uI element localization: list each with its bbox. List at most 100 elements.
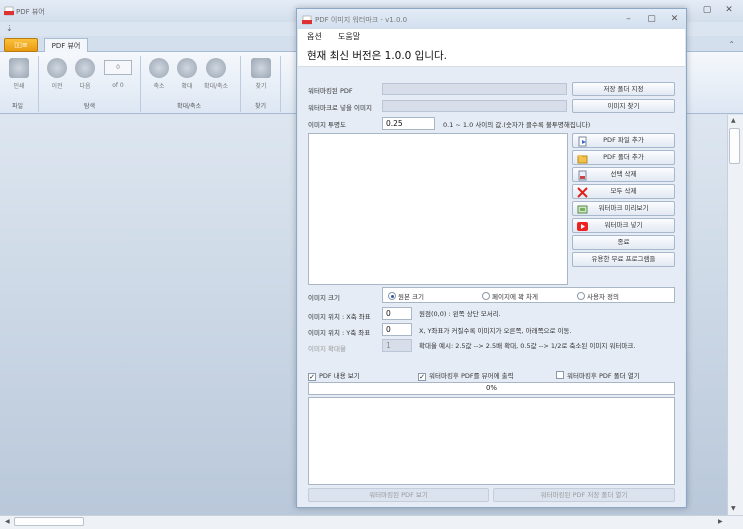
radio-original-size[interactable]: 원본 크기: [388, 291, 424, 301]
exit-button[interactable]: 종료: [572, 235, 675, 250]
show-pdf-content-checkbox[interactable]: ✓ PDF 내용 보기: [308, 370, 360, 381]
insert-watermark-button[interactable]: 워터마크 넣기: [572, 218, 675, 233]
image-size-label: 이미지 크기: [308, 294, 340, 302]
zoom-out-button[interactable]: 축소: [148, 58, 170, 90]
add-pdf-file-label: PDF 파일 추가: [603, 136, 644, 144]
zoom-in-button[interactable]: 확대: [176, 58, 198, 90]
zoom-in-icon: [177, 58, 197, 78]
group-zoom-label: 확대/축소: [177, 103, 202, 110]
tab-pdf-viewer[interactable]: PDF 뷰어: [44, 38, 88, 53]
zoom-in-label: 확대: [181, 83, 193, 90]
image-preview-icon: [577, 205, 588, 214]
dialog-title: PDF 이미지 워터마크 - v1.0.0: [315, 16, 408, 24]
group-navigate-label: 탐색: [84, 103, 96, 110]
ribbon-collapse-icon[interactable]: ⌃: [728, 40, 735, 49]
menu-options[interactable]: 옵션: [307, 31, 322, 42]
zoom-hint: 확대율 예시: 2.5값 --> 2.5배 확대, 0.5값 --> 1/2로 …: [419, 342, 636, 350]
watermark-pdf-field: [382, 83, 567, 95]
opacity-hint: 0.1 ~ 1.0 사이의 값.(숫자가 클수록 불투명해집니다): [443, 121, 591, 129]
zoom-out-icon: [149, 58, 169, 78]
dialog-window-controls: – ▢ ✕: [623, 14, 680, 24]
viewer-window-controls: – ▢ ✕: [679, 5, 735, 15]
radio-fit-page[interactable]: 페이지에 꽉 차게: [482, 291, 538, 301]
watermark-pdf-label: 워터마킹된 PDF: [308, 87, 353, 95]
viewer-close-button[interactable]: ✕: [723, 5, 735, 15]
pdf-file-list[interactable]: [308, 133, 568, 285]
find-image-button[interactable]: 이미지 찾기: [572, 99, 675, 113]
zoom-icon: [206, 58, 226, 78]
menu-help[interactable]: 도움말: [338, 31, 360, 42]
preview-watermark-button[interactable]: 워터마크 미리보기: [572, 201, 675, 216]
zoom-fit-button[interactable]: 확대/축소: [202, 58, 230, 90]
delete-all-button[interactable]: 모두 삭제: [572, 184, 675, 199]
log-output[interactable]: [308, 397, 675, 485]
group-find-label: 찾기: [255, 103, 267, 110]
group-file-label: 파일: [12, 103, 24, 110]
open-pdf-folder-checkbox[interactable]: 워터마킹후 PDF 폴더 열기: [556, 370, 640, 380]
scroll-left-arrow-icon[interactable]: ◀: [5, 518, 10, 525]
zoom-label: 이미지 확대율: [308, 345, 346, 353]
watermark-image-label: 워터마크로 넣을 이미지: [308, 104, 372, 112]
pdf-file-icon: [578, 136, 587, 147]
horizontal-scrollbar[interactable]: [0, 515, 743, 529]
delete-list-icon: [578, 170, 587, 181]
vertical-scrollbar[interactable]: [727, 115, 743, 515]
radio-indicator: [577, 292, 585, 300]
zoom-fit-label: 확대/축소: [203, 83, 229, 90]
useful-programs-button[interactable]: 유용한 무료 프로그램들: [572, 252, 675, 267]
view-watermarked-pdf-button[interactable]: 워터마킹된 PDF 보기: [308, 488, 489, 502]
delete-selected-button[interactable]: 선택 삭제: [572, 167, 675, 182]
arrow-down-icon: [75, 58, 95, 78]
radio-custom-label: 사용자 정의: [587, 293, 619, 301]
page-number-input[interactable]: 0: [104, 60, 132, 75]
file-menu-tab[interactable]: ▯▯≡: [4, 38, 38, 52]
preview-watermark-label: 워터마크 미리보기: [598, 204, 649, 212]
checkbox-indicator: [556, 371, 564, 379]
page-count: of 0: [112, 82, 124, 89]
viewer-maximize-button[interactable]: ▢: [701, 5, 713, 15]
radio-original-size-label: 원본 크기: [398, 293, 424, 301]
menubar: 옵션 도움말: [298, 29, 685, 43]
pos-y-label: 이미지 위치 : Y축 좌표: [308, 329, 371, 337]
pos-y-input[interactable]: 0: [382, 323, 412, 336]
radio-custom[interactable]: 사용자 정의: [577, 291, 619, 301]
print-label: 인쇄: [13, 83, 25, 90]
save-folder-button[interactable]: 저장 폴더 지정: [572, 82, 675, 96]
ribbon-divider: [38, 56, 39, 112]
find-label: 찾기: [255, 83, 267, 90]
add-pdf-file-button[interactable]: PDF 파일 추가: [572, 133, 675, 148]
printer-icon: [9, 58, 29, 78]
radio-indicator: [482, 292, 490, 300]
prev-label: 이전: [51, 83, 63, 90]
radio-fit-page-label: 페이지에 꽉 차게: [492, 293, 538, 301]
prev-page-button[interactable]: 이전: [46, 58, 68, 90]
print-button[interactable]: 인쇄: [8, 58, 30, 90]
add-pdf-folder-button[interactable]: PDF 폴더 추가: [572, 150, 675, 165]
delete-selected-label: 선택 삭제: [610, 170, 637, 178]
radio-indicator: [388, 292, 396, 300]
vertical-scroll-thumb[interactable]: [729, 128, 740, 164]
print-to-viewer-checkbox[interactable]: ✓ 워터마킹후 PDF를 뷰어에 출력: [418, 370, 514, 381]
horizontal-scroll-thumb[interactable]: [14, 517, 84, 526]
scroll-right-arrow-icon[interactable]: ▶: [718, 518, 723, 525]
next-label: 다음: [79, 83, 91, 90]
dialog-minimize-button[interactable]: –: [623, 14, 634, 24]
dialog-close-button[interactable]: ✕: [669, 14, 680, 24]
find-button[interactable]: 찾기: [250, 58, 272, 90]
watermark-image-field: [382, 100, 567, 112]
delete-all-label: 모두 삭제: [610, 187, 637, 195]
print-to-viewer-label: 워터마킹후 PDF를 뷰어에 출력: [429, 372, 514, 380]
opacity-input[interactable]: 0.25: [382, 117, 435, 130]
quick-access-icon[interactable]: ⇣: [6, 24, 13, 33]
checkbox-indicator: ✓: [308, 373, 316, 381]
open-output-folder-button[interactable]: 워터마킹된 PDF 저장 폴더 열기: [493, 488, 675, 502]
next-page-button[interactable]: 다음: [74, 58, 96, 90]
version-banner: 현재 최신 버전은 1.0.0 입니다.: [298, 43, 685, 67]
pos-x-input[interactable]: 0: [382, 307, 412, 320]
red-x-icon: [577, 187, 588, 198]
dialog-maximize-button[interactable]: ▢: [646, 14, 657, 24]
scroll-down-arrow-icon[interactable]: ▼: [731, 505, 736, 512]
binoculars-icon: [251, 58, 271, 78]
scroll-up-arrow-icon[interactable]: ▲: [731, 117, 736, 124]
play-icon: [577, 222, 588, 231]
